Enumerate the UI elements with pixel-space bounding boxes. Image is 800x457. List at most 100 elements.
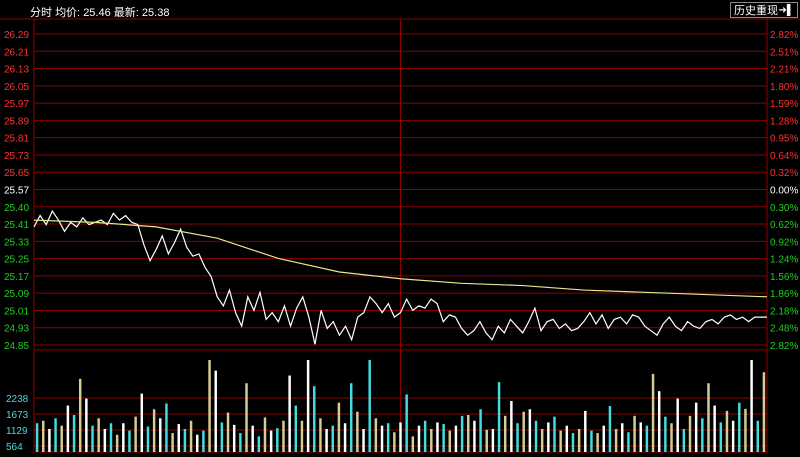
- volume-bar: [399, 422, 402, 452]
- price-tick-label: 26.13: [4, 65, 29, 76]
- volume-bar: [670, 423, 673, 452]
- percent-tick-label: 2.82%: [770, 341, 798, 352]
- volume-bar: [534, 420, 538, 452]
- volume-bar: [676, 398, 679, 452]
- percent-tick-label: 2.51%: [770, 47, 798, 58]
- volume-bar: [627, 432, 630, 452]
- volume-bar: [325, 428, 328, 452]
- price-tick-label: 25.81: [4, 134, 29, 145]
- volume-bar: [245, 383, 248, 452]
- volume-bar: [85, 398, 88, 452]
- price-tick-label: 25.57: [4, 186, 29, 197]
- volume-bar: [122, 423, 125, 452]
- percent-tick-label: 2.82%: [770, 30, 798, 41]
- volume-bar: [454, 425, 458, 452]
- volume-bar: [559, 430, 562, 452]
- percent-tick-label: 0.92%: [770, 237, 798, 248]
- volume-bar: [239, 433, 242, 452]
- price-tick-label: 25.97: [4, 99, 29, 110]
- percent-tick-label: 1.86%: [770, 289, 798, 300]
- volume-bar: [608, 405, 612, 452]
- volume-bar: [195, 434, 199, 452]
- intraday-chart[interactable]: 26.29 2.82% 26.21 2.51% 26.13 2.21% 26.05 1.80%…: [0, 0, 800, 457]
- volume-bar: [473, 420, 476, 452]
- volume-bar: [189, 420, 193, 452]
- volume-bar: [540, 428, 544, 452]
- volume-bar: [220, 422, 224, 452]
- volume-bar: [713, 405, 716, 452]
- percent-tick-label: 0.62%: [770, 220, 798, 231]
- volume-bar: [115, 434, 119, 452]
- volume-bar: [380, 425, 384, 452]
- volume-bar: [491, 428, 495, 452]
- volume-bar: [226, 412, 230, 452]
- volume-bar: [651, 373, 655, 452]
- volume-bar: [645, 425, 649, 452]
- volume-bar: [762, 372, 766, 452]
- volume-bar: [214, 370, 217, 452]
- percent-tick-label: 0.64%: [770, 151, 798, 162]
- volume-bar: [263, 417, 267, 452]
- volume-bar: [633, 415, 636, 452]
- volume-bar: [590, 430, 593, 452]
- volume-bar: [485, 429, 488, 452]
- volume-tick-label: 1129: [6, 426, 28, 437]
- volume-bar: [393, 432, 396, 452]
- percent-tick-label: 2.21%: [770, 65, 798, 76]
- volume-bar: [701, 418, 704, 452]
- volume-bar: [417, 425, 421, 452]
- volume-bar: [731, 420, 735, 452]
- volume-bar: [48, 428, 51, 452]
- volume-bar: [614, 428, 618, 452]
- volume-bar: [282, 420, 285, 452]
- volume-bar: [744, 408, 747, 452]
- volume-bar: [306, 360, 310, 452]
- volume-bar: [66, 405, 70, 452]
- volume-bar: [349, 383, 353, 452]
- volume-bar: [72, 415, 76, 452]
- volume-bar: [91, 425, 94, 452]
- volume-bar: [738, 402, 741, 452]
- volume-bar: [177, 424, 180, 452]
- volume-bar: [577, 428, 581, 452]
- volume-bar: [497, 382, 501, 452]
- volume-bar: [405, 394, 408, 452]
- volume-bar: [386, 423, 390, 452]
- volume-bar: [257, 436, 261, 452]
- price-tick-label: 25.33: [4, 237, 29, 248]
- percent-tick-label: 1.59%: [770, 99, 798, 110]
- volume-bar: [442, 424, 445, 452]
- volume-bar: [232, 424, 236, 452]
- volume-bar: [528, 409, 532, 452]
- volume-bar: [294, 405, 298, 452]
- price-tick-label: 24.85: [4, 341, 29, 352]
- percent-tick-label: 2.48%: [770, 324, 798, 335]
- percent-tick-label: 0.00%: [770, 186, 798, 197]
- percent-tick-label: 0.95%: [770, 134, 798, 145]
- percent-tick-label: 1.24%: [770, 255, 798, 266]
- volume-bar: [467, 415, 470, 452]
- volume-tick-label: 2238: [6, 394, 29, 405]
- volume-bar: [436, 422, 439, 452]
- price-tick-label: 25.65: [4, 168, 29, 179]
- percent-tick-label: 0.30%: [770, 203, 798, 214]
- price-tick-label: 25.09: [4, 289, 29, 300]
- volume-bar: [664, 416, 667, 452]
- price-tick-label: 25.73: [4, 151, 29, 162]
- volume-bar: [319, 418, 322, 452]
- volume-bar: [522, 411, 525, 452]
- volume-bar: [251, 425, 254, 452]
- percent-tick-label: 1.28%: [770, 116, 798, 127]
- price-tick-label: 25.25: [4, 255, 29, 266]
- volume-bar: [547, 422, 550, 452]
- volume-bar: [503, 415, 507, 452]
- volume-bar: [140, 393, 144, 452]
- volume-bar: [103, 428, 107, 452]
- volume-bar: [183, 428, 187, 452]
- volume-bar: [78, 378, 82, 452]
- volume-bar: [571, 433, 575, 452]
- volume-bar: [719, 422, 723, 452]
- volume-bar: [128, 430, 131, 452]
- volume-bar: [694, 402, 698, 452]
- volume-bar: [553, 416, 556, 452]
